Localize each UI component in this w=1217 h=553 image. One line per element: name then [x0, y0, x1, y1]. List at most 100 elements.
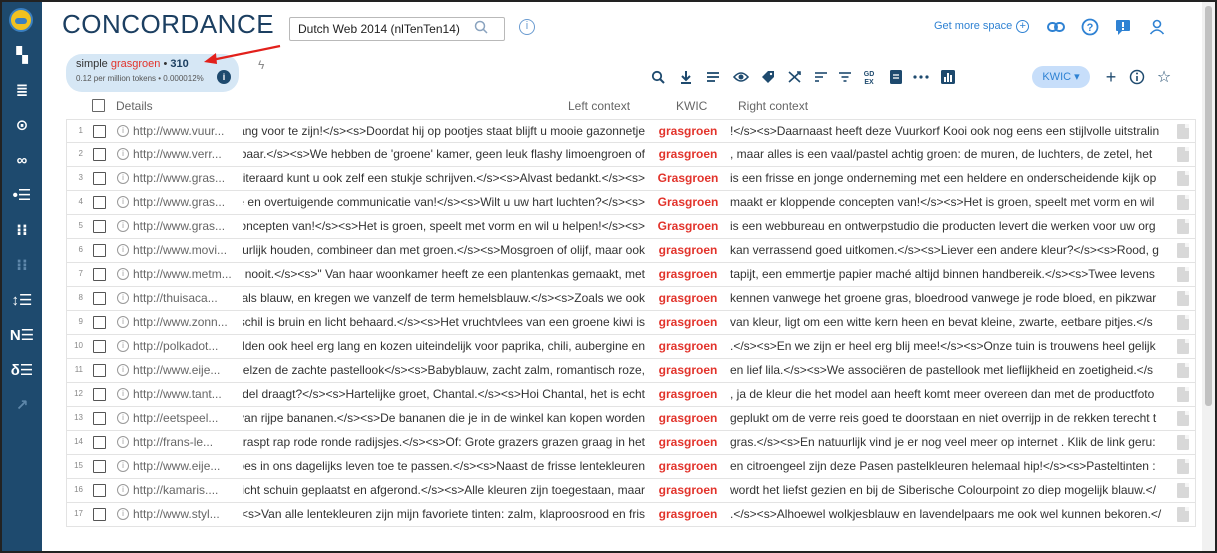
source-url[interactable]: http://www.zonn...: [133, 315, 239, 329]
info-icon[interactable]: i: [117, 388, 129, 400]
document-icon[interactable]: [1177, 339, 1189, 354]
left-context[interactable]: natuurlijk houden, combineer dan met gro…: [243, 243, 645, 257]
info-icon[interactable]: i: [117, 508, 129, 520]
info-icon[interactable]: i: [117, 364, 129, 376]
gdex-icon[interactable]: GD EX: [860, 68, 878, 86]
right-context[interactable]: tapijt, een emmertje papier maché altijd…: [730, 267, 1170, 281]
info-icon[interactable]: i: [117, 196, 129, 208]
info-icon[interactable]: i: [117, 148, 129, 160]
document-icon[interactable]: [1177, 315, 1189, 330]
kwic-keyword[interactable]: grasgroen: [651, 267, 725, 281]
right-context[interactable]: gras.</s><s>En natuurlijk vind je er nog…: [730, 435, 1170, 449]
source-url[interactable]: http://www.gras...: [133, 219, 239, 233]
kwic-keyword[interactable]: grasgroen: [651, 147, 725, 161]
document-icon[interactable]: [1177, 267, 1189, 282]
info-icon[interactable]: i: [117, 316, 129, 328]
row-checkbox[interactable]: [93, 388, 106, 401]
help-icon[interactable]: ?: [1081, 18, 1099, 36]
right-context[interactable]: en lief lila.</s><s>We associëren de pas…: [730, 363, 1170, 377]
document-icon[interactable]: [1177, 387, 1189, 402]
sort-icon[interactable]: [812, 68, 830, 86]
row-checkbox[interactable]: [93, 268, 106, 281]
select-all-checkbox[interactable]: [92, 99, 105, 112]
source-url[interactable]: http://www.gras...: [133, 195, 239, 209]
source-url[interactable]: http://www.metm...: [133, 267, 239, 281]
download-icon[interactable]: [677, 68, 695, 86]
get-more-space-link[interactable]: Get more space +: [934, 20, 1030, 33]
kwic-keyword[interactable]: grasgroen: [651, 387, 725, 401]
row-checkbox[interactable]: [93, 125, 106, 138]
add-icon[interactable]: +: [1102, 67, 1120, 87]
document-icon[interactable]: [1177, 219, 1189, 234]
kwic-keyword[interactable]: grasgroen: [651, 363, 725, 377]
document-icon[interactable]: [1177, 171, 1189, 186]
document-icon[interactable]: [1177, 411, 1189, 426]
columns-dim-icon[interactable]: ⁝⁝: [6, 252, 38, 278]
feedback-icon[interactable]: [1114, 18, 1132, 36]
kwic-keyword[interactable]: grasgroen: [651, 507, 725, 521]
left-context[interactable]: e concepten van!</s><s>Het is groen, spe…: [243, 219, 645, 233]
left-context[interactable]: vijfelden ook heel erg lang en kozen uit…: [243, 339, 645, 353]
document-icon[interactable]: [887, 68, 905, 86]
document-icon[interactable]: [1177, 147, 1189, 162]
left-context[interactable]: omhelzen de zachte pastellook</s><s>Baby…: [243, 363, 645, 377]
source-url[interactable]: http://eetspeel...: [133, 411, 239, 425]
filter-icon[interactable]: [836, 68, 854, 86]
left-context[interactable]: isse en overtuigende communicatie van!</…: [243, 195, 645, 209]
row-checkbox[interactable]: [93, 412, 106, 425]
right-context[interactable]: is een frisse en jonge onderneming met e…: [730, 171, 1170, 185]
left-context[interactable]: me nooit.</s><s>" Van haar woonkamer hee…: [243, 267, 645, 281]
row-checkbox[interactable]: [93, 172, 106, 185]
info-icon[interactable]: i: [117, 220, 129, 232]
left-context[interactable]: ups raspt rap rode ronde radijsjes.</s><…: [243, 435, 645, 449]
document-icon[interactable]: [1177, 124, 1189, 139]
search-icon[interactable]: [649, 68, 667, 86]
more-icon[interactable]: [912, 68, 930, 86]
left-context[interactable]: ncipes in ons dagelijks leven toe te pas…: [243, 459, 645, 473]
info-circle-icon[interactable]: [1128, 68, 1146, 86]
right-context[interactable]: kan verrassend goed uitkomen.</s><s>Liev…: [730, 243, 1170, 257]
source-url[interactable]: http://www.movi...: [133, 243, 239, 257]
left-context[interactable]: model draagt?</s><s>Hartelijke groet, Ch…: [243, 387, 645, 401]
right-context[interactable]: , ja de kleur die het model aan heeft ko…: [730, 387, 1170, 401]
label-icon[interactable]: [759, 68, 777, 86]
right-context[interactable]: kennen vanwege het groene gras, bloedroo…: [730, 291, 1170, 305]
star-icon[interactable]: ☆: [1155, 68, 1173, 86]
kwic-keyword[interactable]: grasgroen: [651, 124, 725, 138]
list-icon[interactable]: ≣: [6, 77, 38, 103]
kwic-keyword[interactable]: Grasgroen: [651, 171, 725, 185]
left-context[interactable]: De schil is bruin en licht behaard.</s><…: [243, 315, 645, 329]
document-icon[interactable]: [1177, 363, 1189, 378]
source-url[interactable]: http://thuisaca...: [133, 291, 239, 305]
row-checkbox[interactable]: [93, 196, 106, 209]
bullets-icon[interactable]: •☰: [6, 182, 38, 208]
document-icon[interactable]: [1177, 435, 1189, 450]
kwic-keyword[interactable]: grasgroen: [651, 459, 725, 473]
right-context[interactable]: maakt er kloppende concepten van!</s><s>…: [730, 195, 1170, 209]
ne-icon[interactable]: N☰: [6, 322, 38, 348]
source-url[interactable]: http://www.tant...: [133, 387, 239, 401]
shuffle-icon[interactable]: [786, 68, 804, 86]
row-checkbox[interactable]: [93, 148, 106, 161]
document-icon[interactable]: [1177, 243, 1189, 258]
trend-icon[interactable]: ↗: [6, 392, 38, 418]
row-checkbox[interactable]: [93, 316, 106, 329]
row-checkbox[interactable]: [93, 220, 106, 233]
logo-icon[interactable]: [9, 8, 33, 32]
source-url[interactable]: http://www.eije...: [133, 363, 239, 377]
info-icon[interactable]: i: [117, 484, 129, 496]
kwic-keyword[interactable]: Grasgroen: [651, 195, 725, 209]
view-mode-dropdown[interactable]: KWIC ▾: [1032, 66, 1090, 88]
info-icon[interactable]: i: [117, 125, 129, 137]
chart-icon[interactable]: [939, 68, 957, 86]
left-context[interactable]: ur van rijpe bananen.</s><s>De bananen d…: [243, 411, 645, 425]
source-url[interactable]: http://www.vuur...: [133, 124, 239, 138]
scrollbar[interactable]: [1202, 2, 1215, 551]
row-checkbox[interactable]: [93, 244, 106, 257]
document-icon[interactable]: [1177, 483, 1189, 498]
right-context[interactable]: , maar alles is een vaal/pastel achtig g…: [730, 147, 1170, 161]
chain-icon[interactable]: ∞: [6, 147, 38, 173]
left-context[interactable]: lus als blauw, en kregen we vanzelf de t…: [243, 291, 645, 305]
right-context[interactable]: .</s><s>Alhoewel wolkjesblauw en lavende…: [730, 507, 1170, 521]
kwic-keyword[interactable]: grasgroen: [651, 315, 725, 329]
